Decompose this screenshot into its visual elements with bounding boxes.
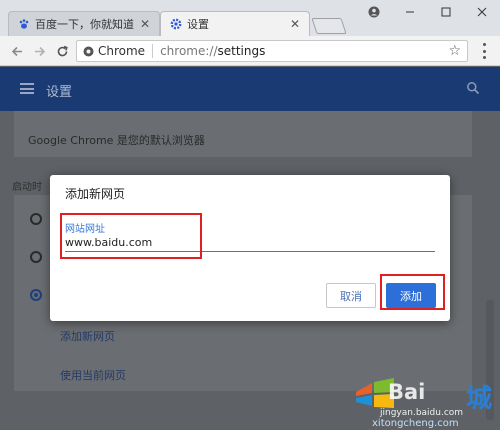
tab-baidu[interactable]: 百度一下，你就知道 ✕ — [8, 11, 160, 36]
baidu-paw-icon — [17, 18, 30, 31]
site-label: Chrome — [98, 44, 146, 58]
url-scheme: chrome:// — [160, 44, 218, 58]
more-menu-icon[interactable] — [478, 43, 490, 59]
back-arrow-icon[interactable] — [8, 42, 26, 60]
url-path: settings — [217, 44, 266, 58]
close-tab-icon[interactable]: ✕ — [289, 17, 301, 31]
startup-radio-3[interactable] — [30, 289, 42, 301]
minimize-icon[interactable] — [392, 0, 428, 24]
address-bar[interactable]: Chrome chrome://settings ☆ — [76, 40, 468, 62]
browser-toolbar: Chrome chrome://settings ☆ — [0, 36, 500, 66]
maximize-icon[interactable] — [428, 0, 464, 24]
default-browser-text: Google Chrome 是您的默认浏览器 — [28, 134, 205, 147]
browser-title-bar: 百度一下，你就知道 ✕ 设置 ✕ — [0, 0, 500, 36]
add-page-dialog: 添加新网页 网站网址 取消 添加 — [50, 175, 450, 321]
startup-section-label: 启动时 — [12, 182, 42, 193]
profile-icon[interactable] — [356, 0, 392, 24]
site-watermark-char: 城 — [466, 384, 493, 414]
tab-label: 百度一下，你就知道 — [35, 18, 134, 31]
startup-radio-1[interactable] — [30, 213, 42, 225]
close-tab-icon[interactable]: ✕ — [139, 17, 151, 31]
dialog-title: 添加新网页 — [65, 187, 126, 201]
close-window-icon[interactable] — [464, 0, 500, 24]
new-tab-button[interactable] — [311, 18, 347, 34]
add-new-page-link[interactable]: 添加新网页 — [60, 328, 115, 344]
gear-icon — [169, 18, 182, 31]
forward-arrow-icon[interactable] — [30, 42, 48, 60]
watermark-url-bottom: xitongcheng.com — [372, 418, 459, 429]
tab-settings[interactable]: 设置 ✕ — [160, 11, 310, 36]
url-field-highlight — [60, 213, 202, 259]
chrome-logo-icon — [83, 46, 94, 57]
use-current-pages-link[interactable]: 使用当前网页 — [60, 367, 126, 383]
cancel-button[interactable]: 取消 — [326, 283, 376, 308]
startup-radio-2[interactable] — [30, 251, 42, 263]
search-icon[interactable] — [466, 81, 480, 95]
page-title: 设置 — [46, 85, 73, 100]
add-button-highlight — [380, 274, 445, 310]
hamburger-menu-icon[interactable] — [20, 83, 34, 94]
tab-label: 设置 — [187, 18, 209, 31]
divider — [152, 44, 154, 58]
baidu-jingyan-watermark: Bai — [388, 380, 426, 404]
reload-icon[interactable] — [53, 42, 71, 60]
watermark-url-top: jingyan.baidu.com — [380, 408, 464, 418]
bookmark-star-icon[interactable]: ☆ — [448, 43, 461, 59]
settings-header: 设置 — [0, 67, 500, 111]
